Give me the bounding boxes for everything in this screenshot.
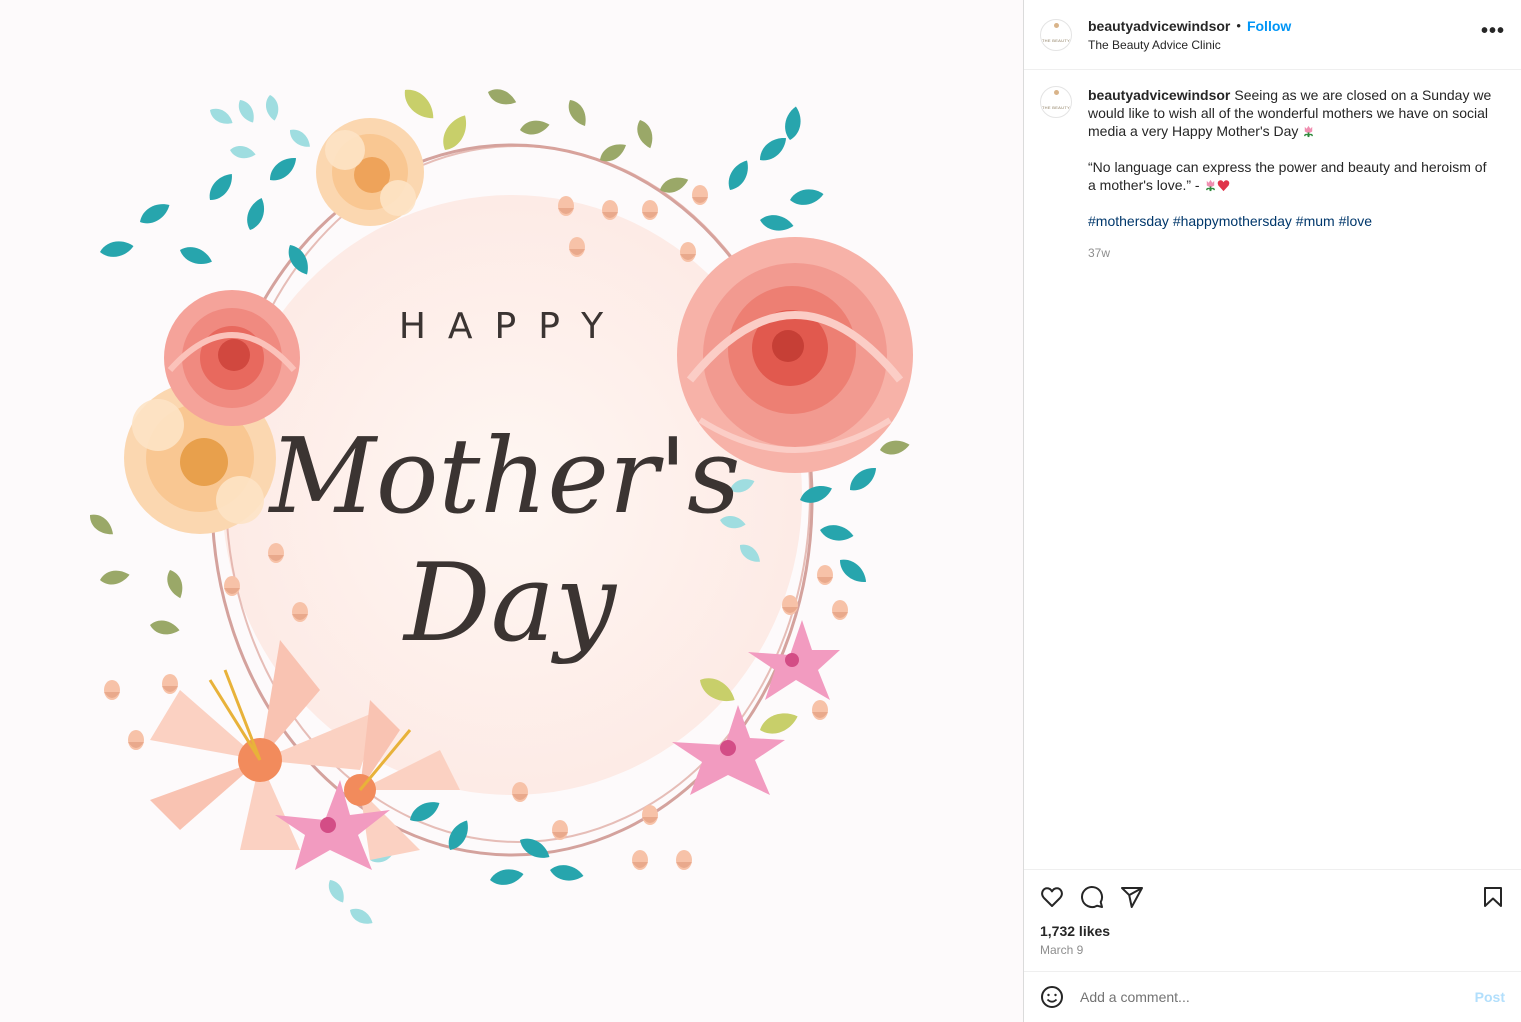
hashtags[interactable]: #mothersday #happymothersday #mum #love	[1088, 212, 1493, 230]
mothers-day-illustration: HAPPY Mother's Day	[85, 83, 913, 929]
image-text-mothers: Mother's	[267, 415, 740, 537]
heart-emoji-icon	[1217, 180, 1229, 192]
post-date[interactable]: March 9	[1024, 943, 1521, 971]
comment-input[interactable]	[1080, 989, 1475, 1005]
username-link[interactable]: beautyadvicewindsor	[1088, 19, 1230, 33]
avatar[interactable]: THE BEAUTY	[1040, 18, 1072, 51]
peach-flower-top	[316, 118, 424, 226]
post-side-panel: THE BEAUTY beautyadvicewindsor • Follow …	[1023, 0, 1521, 1022]
post-header: THE BEAUTY beautyadvicewindsor • Follow …	[1024, 0, 1521, 70]
rose-small	[164, 290, 300, 426]
comment-button[interactable]	[1078, 883, 1106, 911]
like-button[interactable]	[1038, 883, 1066, 911]
save-button[interactable]	[1479, 883, 1507, 911]
heart-icon	[1041, 886, 1063, 907]
more-dots-icon[interactable]: •••	[1481, 21, 1505, 41]
tulip-emoji-icon-2	[1205, 179, 1215, 192]
post-comment-button[interactable]: Post	[1475, 989, 1505, 1005]
smiley-icon[interactable]	[1040, 985, 1064, 1009]
share-button[interactable]	[1118, 883, 1146, 911]
profile-subtitle[interactable]: The Beauty Advice Clinic	[1088, 39, 1291, 51]
likes-count[interactable]: 1,732 likes	[1024, 923, 1521, 943]
action-bar	[1024, 869, 1521, 923]
comment-bubble-icon	[1081, 885, 1104, 908]
caption: beautyadvicewindsor Seeing as we are clos…	[1088, 86, 1493, 853]
caption-quote: “No language can express the power and b…	[1088, 159, 1487, 193]
caption-username[interactable]: beautyadvicewindsor	[1088, 87, 1230, 103]
image-text-happy: HAPPY	[399, 306, 625, 347]
post-image[interactable]: HAPPY Mother's Day	[0, 0, 1023, 1022]
caption-avatar[interactable]: THE BEAUTY	[1040, 86, 1072, 118]
image-text-day: Day	[402, 541, 618, 666]
caption-area: THE BEAUTY beautyadvicewindsor Seeing as …	[1024, 70, 1521, 869]
follow-button[interactable]: Follow	[1247, 19, 1291, 33]
comment-bar: Post	[1024, 971, 1521, 1022]
bookmark-icon	[1484, 886, 1502, 907]
post-age[interactable]: 37w	[1088, 244, 1493, 262]
tulip-emoji-icon	[1304, 125, 1314, 138]
paper-plane-icon	[1121, 886, 1143, 908]
separator-dot: •	[1236, 18, 1241, 33]
